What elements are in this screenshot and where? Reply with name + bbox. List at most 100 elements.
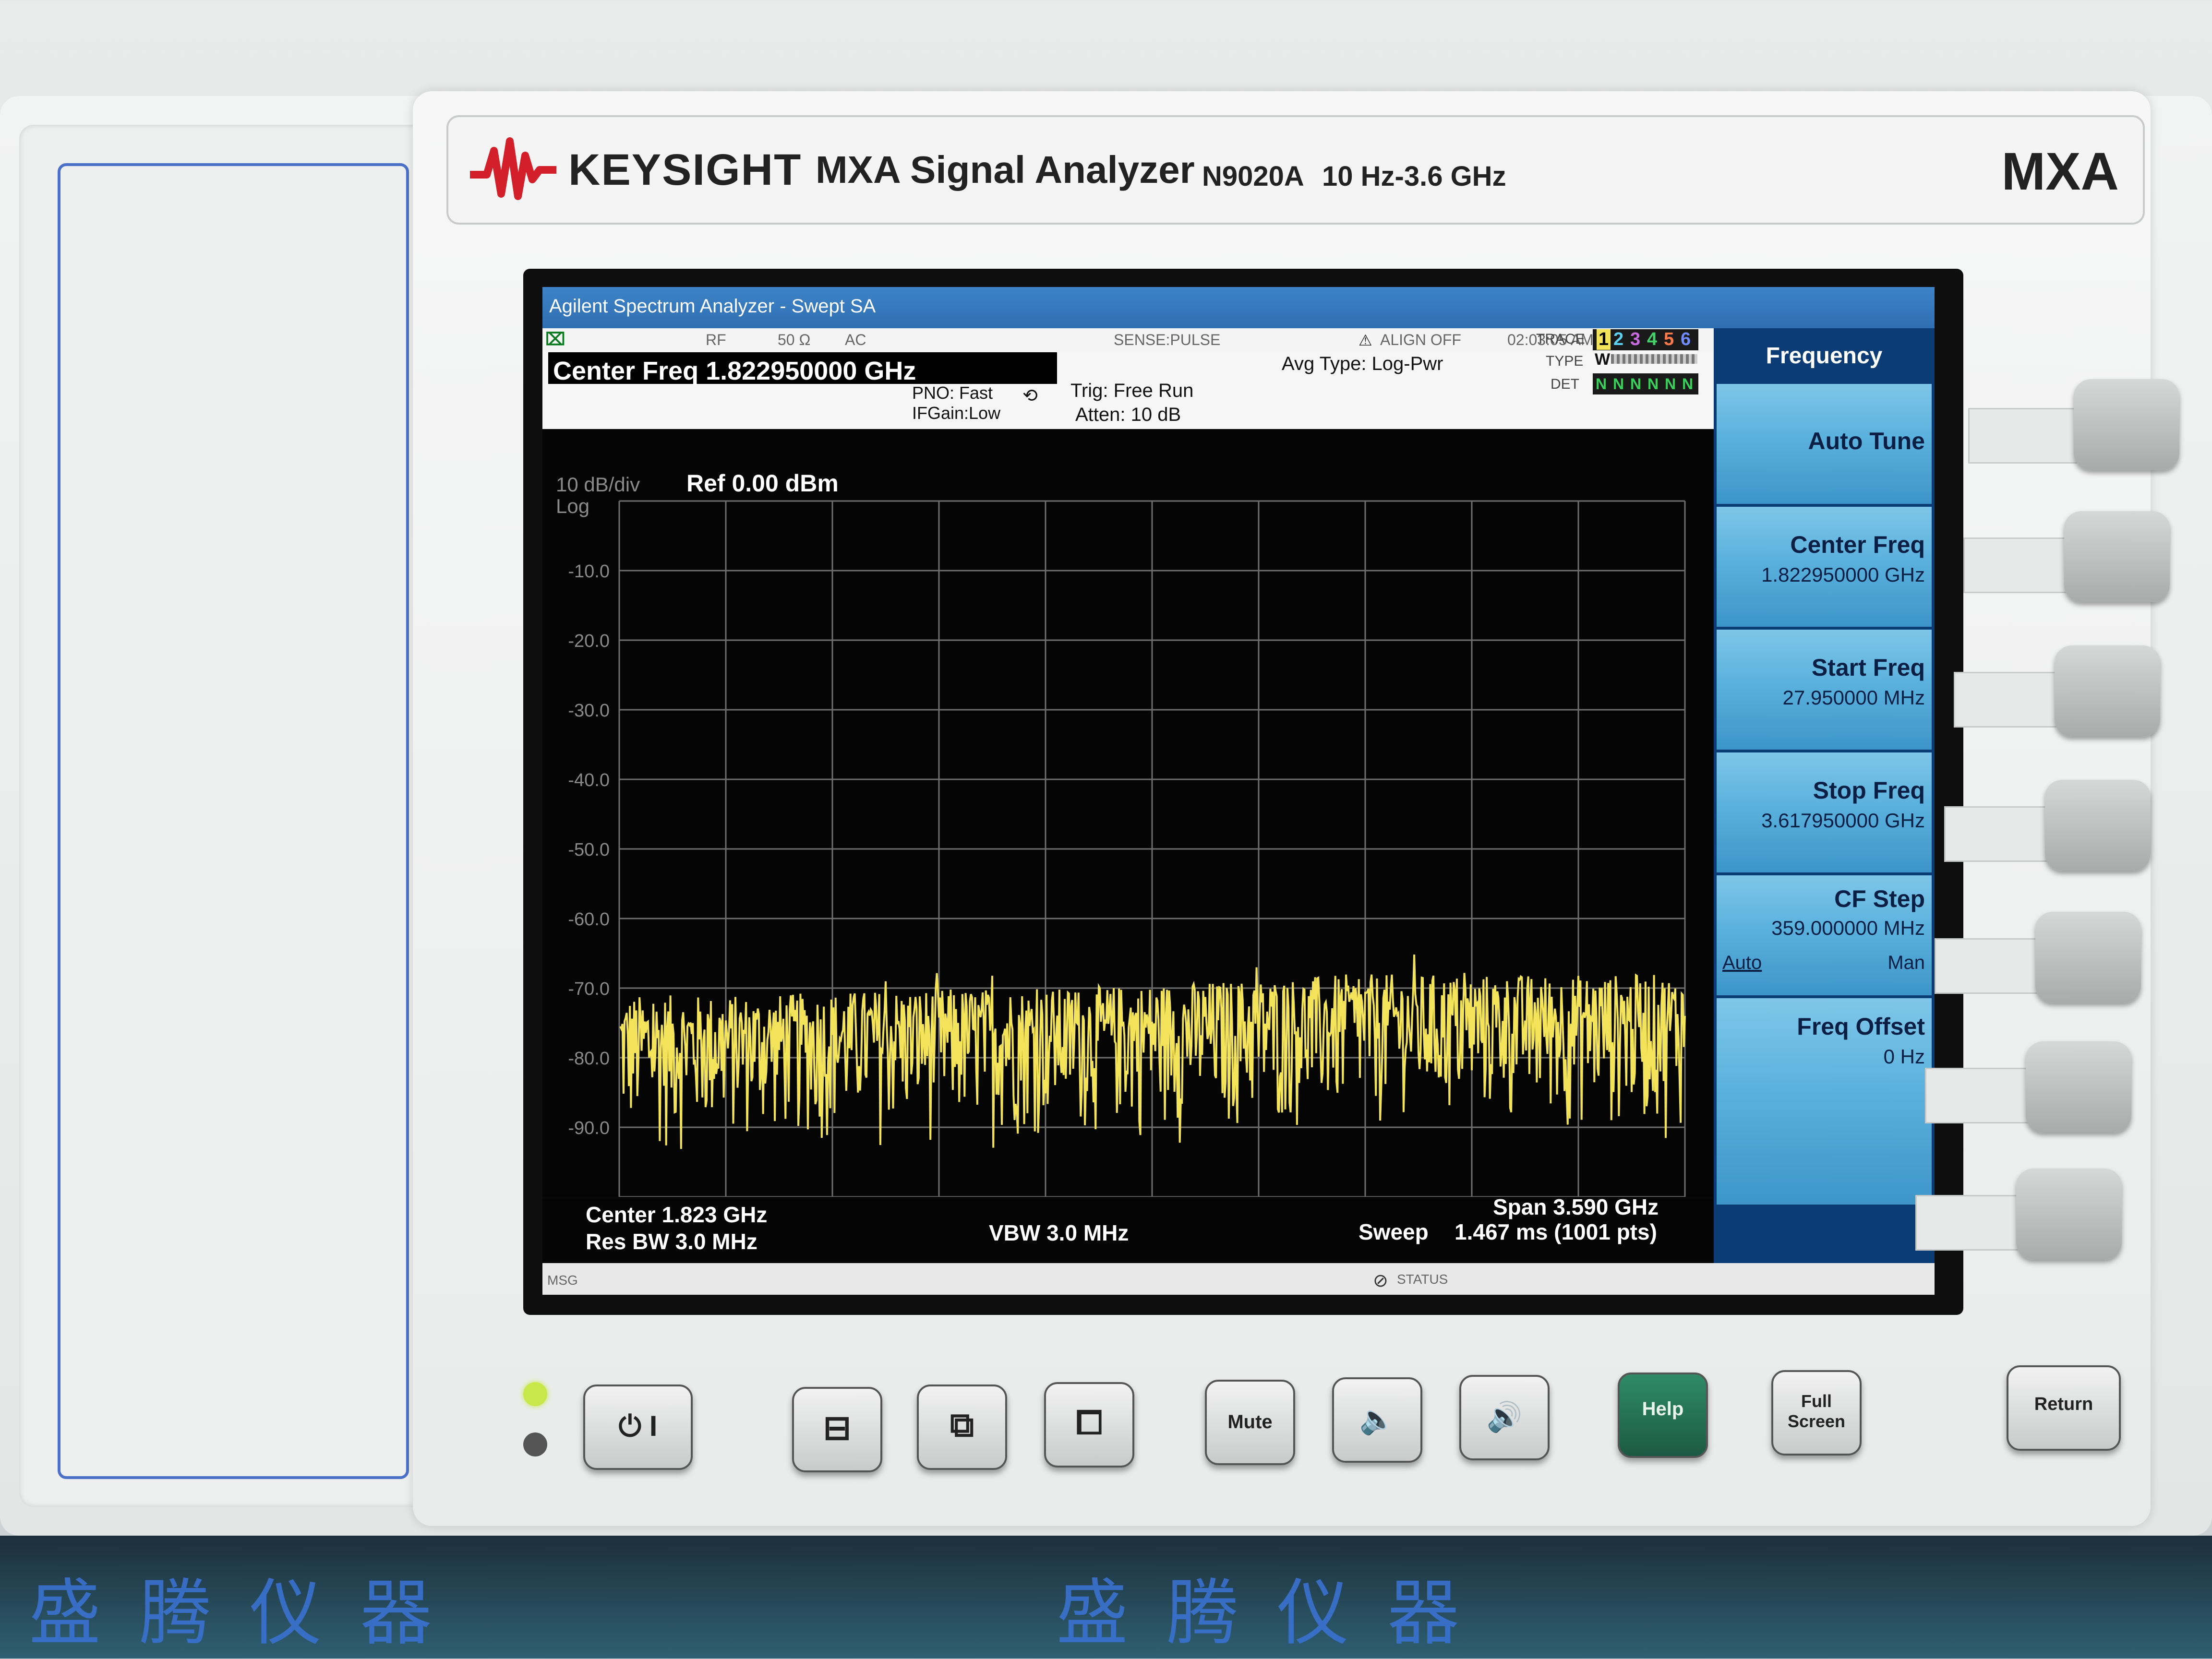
- help-label: Help: [1642, 1398, 1684, 1420]
- softkey-menu-title: Frequency: [1717, 328, 1932, 381]
- analyzer-screen: Agilent Spectrum Analyzer - Swept SA ⌧ R…: [542, 287, 1935, 1295]
- spectrum-plot-area: 10 dB/div Log Ref 0.00 dBm -10.0 -20.0 -30.0 -…: [542, 429, 1714, 1197]
- softkey-label: Start Freq: [1811, 654, 1925, 681]
- center-freq-banner-text: Center Freq 1.822950000 GHz: [553, 357, 916, 385]
- trace-number-strip: 123456: [1593, 329, 1698, 350]
- power-icon: ⏻ I: [618, 1410, 658, 1442]
- softkey-value: 3.617950000 GHz: [1761, 809, 1925, 832]
- product-name: MXA Signal Analyzer: [816, 148, 1195, 191]
- softkey-start-freq[interactable]: Start Freq 27.950000 MHz: [1717, 630, 1932, 752]
- hw-softkey-2[interactable]: [2064, 511, 2170, 602]
- input-indicator-icon: ⌧: [545, 329, 565, 349]
- softkey-auto-tune[interactable]: Auto Tune: [1717, 384, 1932, 507]
- trace-type-pattern: [1611, 354, 1697, 364]
- y-tick-label: -90.0: [568, 1118, 610, 1138]
- background-watermark-text: 盛腾仪器: [29, 1572, 471, 1655]
- trace-number-4: 4: [1647, 329, 1658, 349]
- warning-icon: ⚠: [1358, 332, 1372, 349]
- power-button[interactable]: ⏻ I: [583, 1384, 693, 1470]
- sense-status: SENSE:PULSE: [1114, 331, 1221, 348]
- scale-per-div-label: 10 dB/div: [556, 473, 640, 496]
- softkey-cf-step[interactable]: CF Step 359.000000 MHz Auto Man: [1717, 875, 1932, 998]
- model-number: N9020A: [1202, 161, 1304, 192]
- split-view-icon: ⊟: [823, 1409, 852, 1446]
- loop-icon: ⟲: [1022, 386, 1038, 406]
- brand-name: KEYSIGHT: [568, 145, 802, 194]
- attenuation-setting: Atten: 10 dB: [1075, 404, 1181, 425]
- keysight-logo-icon: [470, 137, 556, 200]
- full-screen-label: Full Screen: [1787, 1391, 1846, 1431]
- softkey-label: CF Step: [1834, 885, 1925, 912]
- message-bar: MSG ⊘ STATUS: [542, 1263, 1935, 1295]
- trace-number-5: 5: [1664, 329, 1674, 349]
- bottom-readouts: Center 1.823 GHz Res BW 3.0 MHz VBW 3.0 …: [542, 1194, 1714, 1261]
- trace-number-6: 6: [1681, 329, 1691, 349]
- softkey-value: 0 Hz: [1883, 1045, 1925, 1068]
- mute-label: Mute: [1227, 1411, 1273, 1432]
- softkey-value: 359.000000 MHz: [1771, 917, 1925, 939]
- frequency-range: 10 Hz-3.6 GHz: [1322, 161, 1506, 192]
- speaker-low-icon: 🔈: [1359, 1403, 1395, 1435]
- trace-number-2: 2: [1613, 329, 1624, 349]
- hw-softkey-7[interactable]: [2016, 1169, 2122, 1260]
- window-title: Agilent Spectrum Analyzer - Swept SA: [549, 296, 876, 317]
- softkey-option-auto: Auto: [1722, 952, 1762, 973]
- softkey-value: 1.822950000 GHz: [1761, 563, 1925, 586]
- full-screen-button[interactable]: Full Screen: [1771, 1370, 1862, 1456]
- coupling-status: AC: [845, 331, 866, 348]
- trace-number-1: 1: [1597, 329, 1611, 350]
- desk-surface: 盛腾仪器 盛腾仪器: [0, 1536, 2212, 1659]
- span-readout: Span 3.590 GHz: [1493, 1194, 1659, 1219]
- res-bw-readout: Res BW 3.0 MHz: [586, 1229, 757, 1254]
- help-button[interactable]: Help: [1618, 1373, 1708, 1458]
- mxa-badge: MXA: [2001, 142, 2119, 201]
- msg-label: MSG: [547, 1273, 578, 1288]
- softkey-freq-offset[interactable]: Freq Offset 0 Hz: [1717, 998, 1932, 1207]
- status-label: STATUS: [1397, 1272, 1448, 1287]
- volume-down-button[interactable]: 🔈: [1332, 1377, 1422, 1463]
- trace-label: TRACE: [1536, 331, 1585, 347]
- hw-softkey-5[interactable]: [2035, 912, 2141, 1003]
- sweep-label: Sweep: [1358, 1219, 1429, 1244]
- softkey-stop-freq[interactable]: Stop Freq 3.617950000 GHz: [1717, 752, 1932, 875]
- ref-level-label: Ref 0.00 dBm: [686, 470, 839, 497]
- layout-button-1[interactable]: ⊟: [792, 1387, 882, 1472]
- background-watermark-text: 盛腾仪器: [1056, 1572, 1498, 1655]
- y-tick-label: -20.0: [568, 631, 610, 651]
- y-tick-label: -40.0: [568, 770, 610, 790]
- mute-button[interactable]: Mute: [1205, 1380, 1295, 1465]
- det-label: DET: [1551, 376, 1579, 392]
- zoom-window-icon: ⧉: [950, 1406, 974, 1444]
- vbw-readout: VBW 3.0 MHz: [989, 1220, 1129, 1245]
- softkey-menu: Frequency Auto Tune Center Freq 1.822950…: [1714, 328, 1935, 1295]
- y-tick-label: -80.0: [568, 1049, 610, 1069]
- hw-softkey-6[interactable]: [2026, 1041, 2131, 1133]
- softkey-value: 27.950000 MHz: [1782, 686, 1925, 709]
- detector-values: N N N N N N: [1596, 375, 1695, 393]
- softkey-center-freq[interactable]: Center Freq 1.822950000 GHz: [1717, 507, 1932, 630]
- trace-panel: TRACE TYPE DET 123456 W N N N N N N: [1531, 329, 1714, 425]
- hw-softkey-3[interactable]: [2055, 645, 2160, 737]
- trigger-setting: Trig: Free Run: [1070, 380, 1194, 401]
- status-icon: ⊘: [1373, 1271, 1388, 1291]
- volume-up-button[interactable]: 🔊: [1459, 1375, 1550, 1460]
- layout-button-3[interactable]: ⧠: [1044, 1382, 1134, 1468]
- scale-type-label: Log: [556, 495, 589, 517]
- softkey-label: Stop Freq: [1813, 777, 1925, 804]
- sweep-readout: 1.467 ms (1001 pts): [1455, 1219, 1657, 1244]
- hw-softkey-1[interactable]: [2074, 379, 2179, 470]
- left-side-panel: [19, 125, 466, 1507]
- return-button[interactable]: Return: [2007, 1365, 2121, 1451]
- center-freq-banner[interactable]: Center Freq 1.822950000 GHz: [548, 352, 1057, 385]
- power-led: [523, 1382, 547, 1406]
- align-status: ALIGN OFF: [1380, 331, 1461, 348]
- speaker-high-icon: 🔊: [1486, 1401, 1523, 1433]
- y-tick-label: -10.0: [568, 561, 610, 582]
- layout-button-2[interactable]: ⧉: [917, 1384, 1007, 1470]
- window-titlebar: Agilent Spectrum Analyzer - Swept SA: [542, 287, 1935, 328]
- y-tick-label: -60.0: [568, 909, 610, 930]
- hw-softkey-4[interactable]: [2045, 780, 2151, 871]
- type-label: TYPE: [1546, 353, 1584, 369]
- y-tick-label: -70.0: [568, 979, 610, 999]
- detector-strip: N N N N N N: [1593, 373, 1698, 394]
